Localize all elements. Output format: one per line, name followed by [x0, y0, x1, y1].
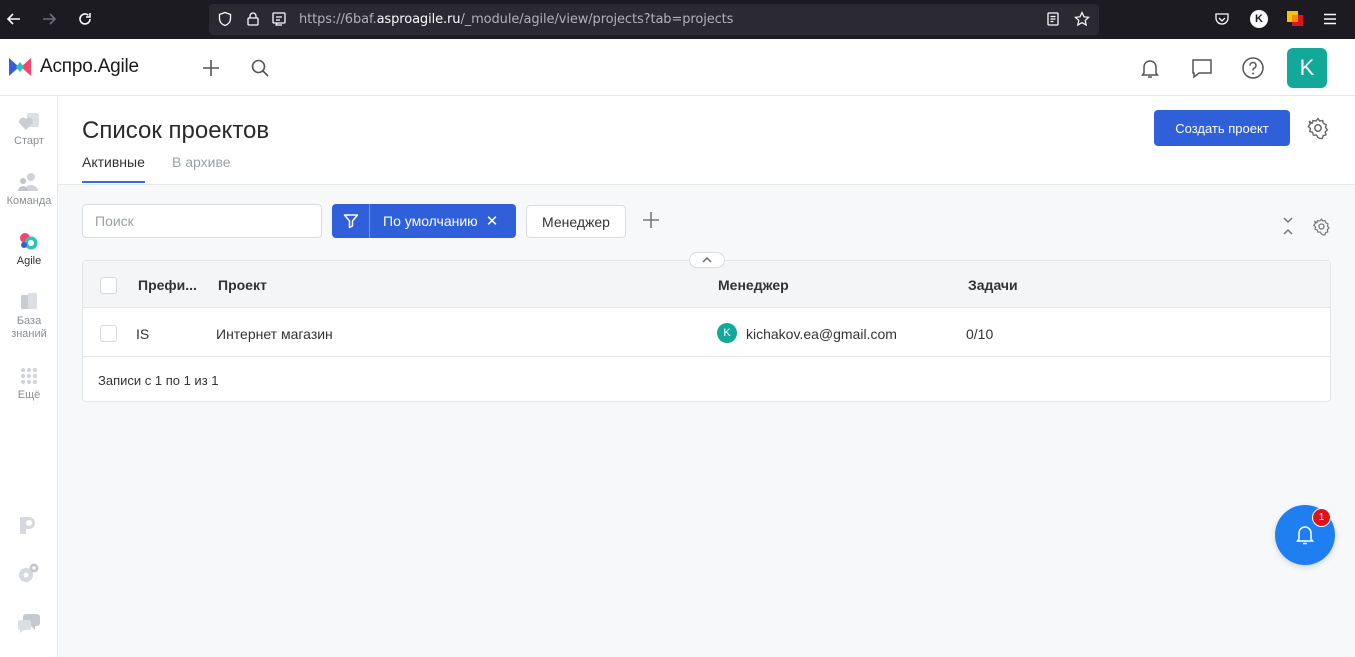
row-checkbox[interactable]	[100, 325, 117, 342]
bell-icon[interactable]	[1139, 57, 1161, 79]
profile-avatar[interactable]: K	[1250, 10, 1268, 28]
page-info-icon[interactable]	[271, 11, 287, 27]
row-manager[interactable]: kichakov.ea@gmail.com	[746, 326, 897, 342]
chevron-up-icon	[702, 256, 712, 263]
forward-arrow-icon[interactable]	[35, 5, 63, 33]
help-icon[interactable]	[1241, 56, 1265, 80]
sidebar-settings[interactable]	[0, 562, 58, 584]
add-filter-plus-icon[interactable]	[640, 209, 662, 236]
dots-grid-icon	[21, 368, 37, 384]
sidebar-support[interactable]	[0, 612, 58, 634]
active-filter-label: По умолчанию	[383, 213, 478, 229]
sidebar-item-agile[interactable]: Agile	[0, 232, 58, 268]
row-tasks: 0/10	[966, 326, 994, 342]
create-project-button[interactable]: Создать проект	[1154, 110, 1290, 146]
search-input[interactable]	[82, 204, 322, 238]
column-manager[interactable]: Менеджер	[718, 277, 789, 293]
fab-bell-icon	[1296, 526, 1314, 545]
page-title: Список проектов	[82, 117, 270, 144]
row-prefix: IS	[136, 326, 150, 342]
lock-icon[interactable]	[245, 11, 261, 27]
page-settings-gear-icon[interactable]	[1306, 116, 1330, 145]
column-tasks[interactable]: Задачи	[968, 277, 1018, 293]
table-row[interactable]: IS Интернет магазин K kichakov.ea@gmail.…	[83, 309, 1330, 357]
table-header: Префи... Проект Менеджер Задачи	[83, 261, 1330, 308]
select-all-checkbox[interactable]	[100, 277, 117, 294]
sidebar-item-start[interactable]: Старт	[0, 112, 58, 148]
active-filter-chip[interactable]: По умолчанию ✕	[332, 204, 516, 238]
settings-gears-icon	[19, 563, 39, 582]
user-avatar[interactable]: K	[1287, 48, 1327, 88]
knowledge-base-icon	[21, 293, 37, 309]
aspro-brand-icon	[20, 517, 35, 534]
search-icon[interactable]	[250, 58, 270, 78]
logo-text: Аспро.Agile	[40, 56, 139, 77]
manager-avatar: K	[717, 323, 737, 343]
table-settings-gear-icon[interactable]	[1312, 217, 1331, 241]
column-prefix[interactable]: Префи...	[138, 277, 197, 293]
sidebar: Старт Команда Agile База знаний Ещё	[0, 96, 58, 657]
plus-icon[interactable]	[201, 58, 221, 78]
chat-icon[interactable]	[1191, 57, 1213, 79]
extension-icon[interactable]	[1286, 10, 1304, 28]
tab-archive[interactable]: В архиве	[172, 154, 231, 170]
sidebar-item-team[interactable]: Команда	[0, 172, 58, 208]
pocket-icon[interactable]	[1214, 11, 1230, 27]
column-project[interactable]: Проект	[218, 277, 267, 293]
sidebar-item-more[interactable]: Ещё	[0, 366, 58, 402]
shield-icon[interactable]	[217, 11, 233, 27]
app-logo[interactable]: Аспро.Agile	[8, 56, 139, 78]
url-text[interactable]: https://6baf.asproagile.ru/_module/agile…	[299, 12, 733, 27]
sidebar-aspro-brand[interactable]	[0, 513, 58, 535]
manager-filter-button[interactable]: Менеджер	[526, 205, 626, 238]
pagination-info: Записи с 1 по 1 из 1	[98, 373, 219, 388]
back-arrow-icon[interactable]	[0, 5, 28, 33]
notification-count-badge: 1	[1312, 508, 1331, 527]
reload-icon[interactable]	[71, 5, 99, 33]
app-header: Аспро.Agile K	[0, 39, 1355, 96]
browser-toolbar: https://6baf.asproagile.ru/_module/agile…	[0, 0, 1355, 39]
url-bar[interactable]: https://6baf.asproagile.ru/_module/agile…	[209, 4, 1099, 35]
menu-hamburger-icon[interactable]	[1322, 11, 1338, 27]
heart-icon	[19, 113, 39, 130]
filter-close-icon[interactable]: ✕	[486, 212, 499, 230]
agile-icon	[20, 233, 38, 250]
filter-funnel-icon[interactable]	[332, 204, 370, 238]
reader-view-icon[interactable]	[1045, 11, 1061, 27]
bookmark-star-icon[interactable]	[1074, 11, 1090, 27]
tab-active[interactable]: Активные	[82, 154, 145, 183]
projects-table: Префи... Проект Менеджер Задачи IS Интер…	[82, 260, 1331, 402]
aspro-logo-icon	[9, 58, 31, 76]
collapse-chevrons-icon[interactable]	[1280, 216, 1296, 241]
page-header: Список проектов Активные В архиве Создат…	[58, 96, 1355, 185]
collapse-filters-toggle[interactable]	[689, 252, 725, 268]
sidebar-item-knowledge-base[interactable]: База знаний	[0, 292, 58, 341]
support-chat-icon	[18, 614, 40, 633]
team-icon	[18, 173, 38, 191]
row-project-link[interactable]: Интернет магазин	[216, 326, 333, 342]
